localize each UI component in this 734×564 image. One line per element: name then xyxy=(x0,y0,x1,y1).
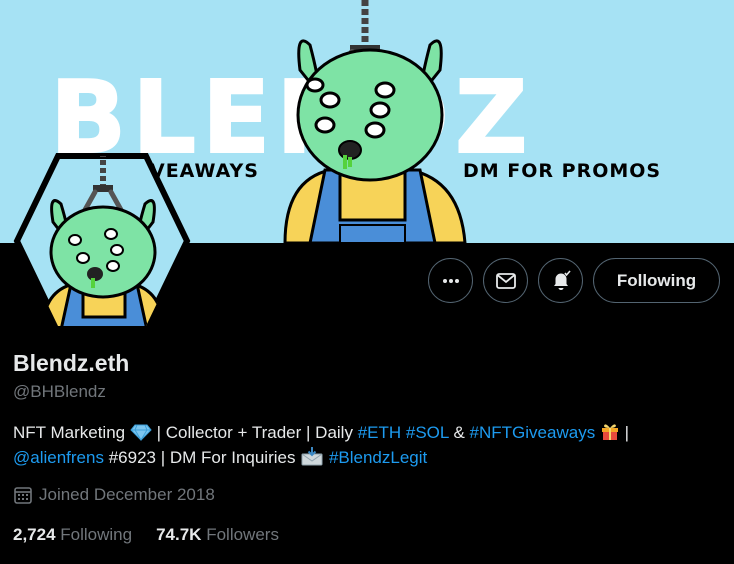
inbox-tray-icon xyxy=(301,447,323,466)
banner-alien-illustration xyxy=(283,0,467,243)
followers-stat[interactable]: 74.7K Followers xyxy=(156,525,279,545)
banner-subtitle-right: DM FOR PROMOS xyxy=(463,160,662,182)
join-date-text: Joined December 2018 xyxy=(39,485,215,504)
message-button[interactable] xyxy=(483,258,528,303)
following-stat[interactable]: 2,724 Following xyxy=(13,525,132,545)
bell-icon xyxy=(553,269,571,290)
hashtag-blendzlegit[interactable]: #BlendzLegit xyxy=(329,448,427,467)
avatar[interactable] xyxy=(13,152,191,330)
calendar-icon xyxy=(14,487,32,504)
following-label: Following xyxy=(60,525,133,544)
user-handle: @BHBlendz xyxy=(13,382,106,401)
more-button[interactable] xyxy=(428,258,473,303)
notifications-button[interactable] xyxy=(538,258,583,303)
mention-alienfrens[interactable]: @alienfrens xyxy=(13,448,104,467)
followers-count: 74.7K xyxy=(156,525,202,544)
bio-line-1: NFT Marketing | Collector + Trader | Dai… xyxy=(13,423,630,442)
hashtag-eth[interactable]: #ETH xyxy=(358,423,401,442)
profile-bio: NFT Marketing | Collector + Trader | Dai… xyxy=(13,420,713,470)
display-name: Blendz.eth xyxy=(13,350,130,376)
followers-label: Followers xyxy=(206,525,279,544)
gift-icon xyxy=(601,424,618,440)
hashtag-nftgiveaways[interactable]: #NFTGiveaways xyxy=(470,423,596,442)
join-date: Joined December 2018 xyxy=(13,485,215,505)
following-count: 2,724 xyxy=(13,525,56,544)
hashtag-sol[interactable]: #SOL xyxy=(406,423,449,442)
following-button[interactable]: Following xyxy=(593,258,720,303)
more-icon xyxy=(442,278,459,283)
mail-icon xyxy=(495,272,516,289)
diamond-icon xyxy=(130,424,152,441)
follow-stats: 2,724 Following 74.7K Followers xyxy=(13,525,279,545)
bio-line-2: @alienfrens #6923 | DM For Inquiries #Bl… xyxy=(13,447,428,467)
